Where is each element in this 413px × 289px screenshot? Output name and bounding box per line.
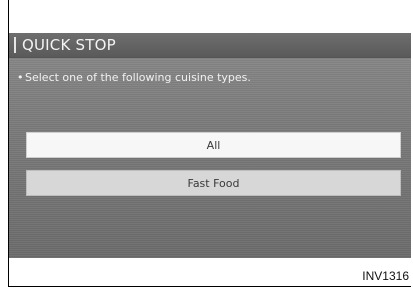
instruction-label: Select one of the following cuisine type…	[25, 71, 251, 84]
instruction-bullet: •	[17, 71, 24, 84]
title-bar: QUICK STOP	[9, 33, 411, 58]
instruction-text: • Select one of the following cuisine typ…	[17, 70, 251, 86]
figure-code: INV1316	[362, 269, 409, 283]
cuisine-option-fast-food[interactable]: Fast Food	[26, 170, 401, 196]
title-accent-line	[14, 37, 16, 53]
quick-stop-screen: QUICK STOP • Select one of the following …	[9, 33, 411, 258]
cuisine-option-all[interactable]: All	[26, 132, 401, 158]
screen-title: QUICK STOP	[22, 36, 116, 54]
